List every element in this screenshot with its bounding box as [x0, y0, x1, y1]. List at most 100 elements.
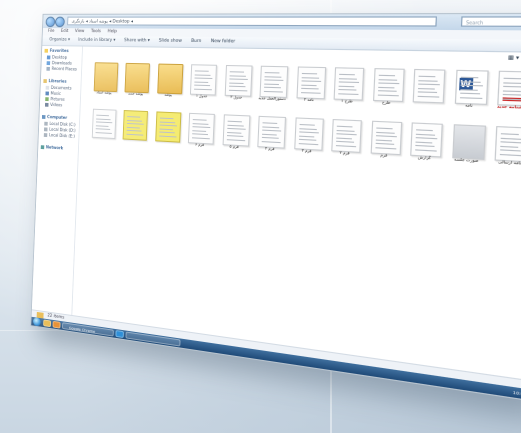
text-line	[500, 137, 521, 140]
file-item[interactable]: نامه ۲	[289, 64, 330, 112]
documents-icon	[45, 85, 50, 90]
menu-view[interactable]: View	[75, 29, 85, 34]
file-item[interactable]: نامه ارسالی	[486, 123, 521, 176]
file-item[interactable]: فرم ۴	[251, 113, 291, 161]
sidebar-item-recent[interactable]: Recent Places	[46, 66, 77, 72]
text-line	[415, 137, 438, 140]
taskbar-explorer-icon[interactable]	[43, 319, 52, 328]
document-thumbnail	[222, 114, 250, 147]
file-item[interactable]: گزارش	[402, 120, 447, 171]
start-button[interactable]	[32, 317, 41, 327]
file-item[interactable]: جدول ۲	[218, 63, 257, 110]
file-name: پوشه اسناد	[96, 90, 112, 95]
file-item[interactable]	[117, 108, 152, 153]
file-item[interactable]: فرم ۳	[287, 115, 328, 164]
organize-button[interactable]: Organize ▾	[49, 38, 70, 43]
text-line	[95, 128, 110, 130]
disk-icon	[43, 127, 48, 132]
file-item[interactable]: جدول ۱	[184, 62, 221, 108]
text-line	[127, 119, 142, 122]
image-thumbnail	[451, 124, 486, 160]
text-line	[194, 81, 209, 83]
file-item[interactable]: صورت جلسه	[444, 122, 491, 174]
document-thumbnail	[189, 64, 217, 96]
file-item[interactable]: Wنامه	[446, 67, 493, 119]
file-name	[86, 136, 119, 151]
file-item[interactable]	[405, 67, 450, 118]
text-line	[336, 133, 357, 136]
include-library-button[interactable]: Include in library ▾	[78, 38, 115, 43]
slide-show-button[interactable]: Slide show	[159, 39, 182, 44]
file-item[interactable]: طرح	[365, 66, 409, 116]
file-item[interactable]	[149, 109, 185, 155]
text-line	[301, 76, 319, 79]
file-item[interactable]: فرم	[363, 118, 407, 169]
text-line	[338, 77, 357, 80]
text-line	[374, 146, 396, 149]
text-line	[375, 138, 392, 141]
file-name	[117, 138, 151, 153]
new-folder-button[interactable]: New folder	[211, 39, 236, 44]
text-line	[263, 90, 283, 93]
text-line	[335, 144, 357, 147]
file-item[interactable]: طرح ۱	[326, 65, 369, 114]
text-line	[415, 144, 435, 148]
share-with-button[interactable]: Share with ▾	[124, 38, 150, 43]
view-options-icon[interactable]: ▦ ▾	[508, 55, 520, 62]
text-line	[378, 78, 397, 81]
address-bar[interactable]: پوشه اسناد ◂ بازنگری ◂ Desktop ◂	[67, 16, 437, 27]
text-line	[262, 129, 282, 132]
menu-tools[interactable]: Tools	[91, 29, 101, 34]
text-line	[503, 85, 521, 88]
menu-file[interactable]: File	[48, 29, 55, 34]
file-item[interactable]: بخشنامه جدید	[489, 68, 521, 120]
text-line	[300, 80, 321, 82]
file-item[interactable]: پوشه اسناد	[87, 60, 121, 104]
sidebar-item-disk-e[interactable]: Local Disk (E:)	[43, 132, 75, 139]
text-line	[264, 72, 280, 74]
file-item[interactable]: پوشه	[151, 61, 187, 106]
search-input[interactable]: Search	[460, 16, 521, 27]
file-item[interactable]: فرم ۶	[182, 111, 219, 158]
burn-button[interactable]: Burn	[191, 39, 202, 44]
text-line	[500, 133, 519, 136]
menu-help[interactable]: Help	[107, 29, 117, 34]
menu-edit[interactable]: Edit	[61, 29, 69, 34]
text-line	[194, 77, 213, 80]
document-thumbnail	[331, 118, 362, 153]
computer-icon	[41, 115, 46, 119]
text-line	[192, 126, 211, 129]
clock: 10:00	[512, 389, 521, 398]
sidebar-libraries[interactable]: Libraries	[43, 78, 67, 84]
file-name: طرح	[381, 100, 391, 105]
text-line	[126, 133, 144, 136]
text-line	[264, 75, 282, 78]
back-button[interactable]	[45, 16, 56, 28]
file-item[interactable]: فرم ۵	[216, 112, 255, 159]
text-line	[375, 127, 393, 130]
sidebar-item-videos[interactable]: Videos	[44, 102, 62, 108]
document-thumbnail	[259, 65, 289, 98]
sidebar-favorites[interactable]: Favorites	[44, 48, 69, 54]
text-line	[377, 82, 399, 85]
text-line	[192, 119, 207, 121]
forward-button[interactable]	[54, 16, 65, 28]
taskbar-media-icon[interactable]	[52, 320, 61, 329]
text-line	[415, 140, 433, 143]
library-icon	[43, 79, 47, 84]
text-line	[127, 116, 141, 118]
file-item[interactable]: پوشه جدید	[119, 61, 154, 105]
text-line	[192, 129, 207, 132]
text-line	[375, 131, 395, 134]
document-thumbnail	[91, 108, 116, 140]
text-line	[499, 153, 521, 156]
folder-icon	[93, 62, 118, 93]
file-item[interactable]: فرم ۲	[324, 117, 366, 167]
sidebar-network[interactable]: Network	[40, 144, 63, 151]
taskbar-ie-icon[interactable]	[115, 330, 124, 339]
file-name: نامه ۲	[303, 97, 314, 103]
file-name: طرح ۱	[341, 98, 353, 104]
document-thumbnail	[494, 126, 521, 163]
file-item[interactable]	[86, 107, 120, 151]
file-item[interactable]: دستورالعمل جدید	[253, 63, 293, 110]
